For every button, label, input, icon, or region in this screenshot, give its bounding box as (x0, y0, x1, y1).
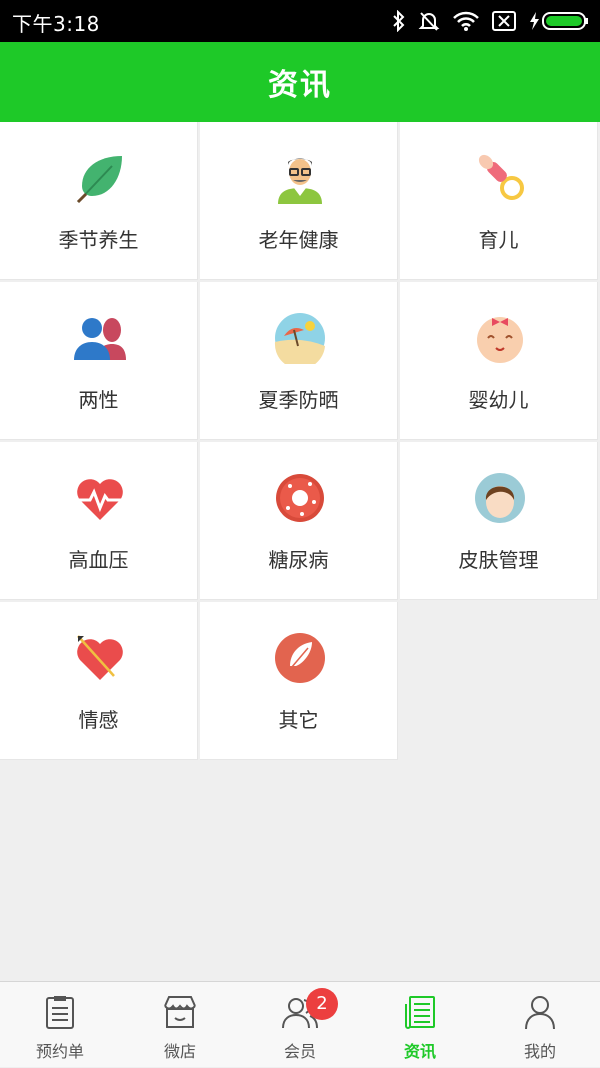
category-item-other[interactable]: 其它 (200, 602, 398, 760)
face-icon (475, 473, 525, 523)
tab-news[interactable]: 资讯 (360, 982, 480, 1068)
category-label: 其它 (278, 708, 319, 732)
beach-umbrella-icon (274, 313, 325, 364)
tab-label: 预约单 (35, 1042, 84, 1061)
tab-label: 会员 (283, 1042, 316, 1061)
shop-icon (164, 996, 196, 1028)
elderly-man-icon (278, 158, 322, 204)
heartbeat-icon (76, 479, 124, 520)
category-label: 情感 (78, 708, 119, 732)
wifi-icon (453, 11, 479, 31)
tab-appointments[interactable]: 预约单 (0, 982, 120, 1068)
page-title: 资讯 (268, 68, 332, 103)
pacifier-icon (478, 154, 524, 200)
category-label: 两性 (78, 388, 119, 412)
category-label: 季节养生 (58, 228, 139, 252)
news-icon (405, 996, 435, 1029)
category-item-parenting[interactable]: 育儿 (400, 122, 598, 280)
heart-arrow-icon (77, 635, 123, 680)
category-item-infant[interactable]: 婴幼儿 (400, 282, 598, 440)
tab-label: 微店 (163, 1042, 196, 1061)
category-label: 糖尿病 (268, 548, 329, 572)
category-item-emotion[interactable]: 情感 (0, 602, 198, 760)
status-icons (392, 8, 590, 34)
tab-micro-shop[interactable]: 微店 (120, 982, 240, 1068)
tab-members[interactable]: 2 会员 (240, 982, 360, 1068)
tab-profile[interactable]: 我的 (480, 982, 600, 1068)
couple-icon (74, 318, 126, 360)
category-label: 婴幼儿 (468, 388, 529, 412)
category-item-elderly-health[interactable]: 老年健康 (200, 122, 398, 280)
bluetooth-icon (393, 10, 405, 32)
members-badge: 2 (306, 988, 338, 1020)
profile-icon (525, 996, 555, 1030)
mute-bell-icon (418, 12, 440, 31)
tab-label: 我的 (523, 1042, 556, 1061)
battery-charging-icon (530, 12, 588, 30)
leaf-icon (76, 156, 122, 204)
baby-face-icon (477, 317, 523, 363)
bottom-tab-bar: 预约单 微店 2 会员 资讯 我的 (0, 981, 600, 1067)
category-label: 老年健康 (258, 228, 339, 252)
category-item-diabetes[interactable]: 糖尿病 (200, 442, 398, 600)
category-label: 育儿 (478, 228, 519, 252)
category-label: 皮肤管理 (458, 548, 539, 572)
feather-icon (275, 633, 325, 683)
header-bar: 资讯 (0, 42, 600, 122)
category-item-summer-sun-protection[interactable]: 夏季防晒 (200, 282, 398, 440)
category-label: 夏季防晒 (258, 388, 339, 412)
donut-icon (276, 474, 324, 522)
category-item-skin-care[interactable]: 皮肤管理 (400, 442, 598, 600)
tab-label: 资讯 (403, 1042, 436, 1061)
status-bar: 下午3:18 (0, 0, 600, 42)
category-item-gender[interactable]: 两性 (0, 282, 198, 440)
category-label: 高血压 (68, 548, 129, 572)
clipboard-icon (46, 996, 74, 1029)
no-sim-icon (492, 11, 516, 31)
status-time: 下午3:18 (12, 12, 100, 36)
category-item-hypertension[interactable]: 高血压 (0, 442, 198, 600)
category-item-seasonal-health[interactable]: 季节养生 (0, 122, 198, 280)
